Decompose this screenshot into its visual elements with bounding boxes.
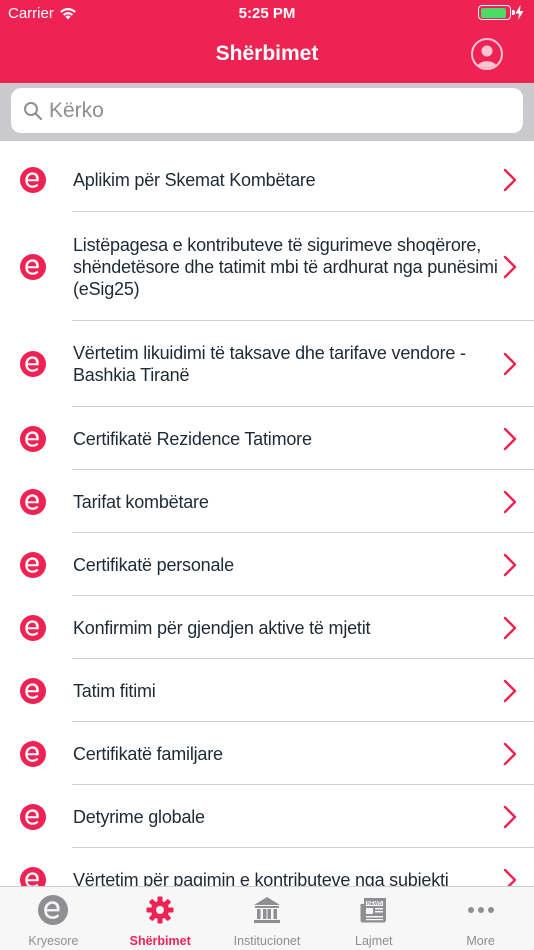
e-albania-logo-icon	[19, 551, 47, 579]
battery-icon	[478, 5, 515, 20]
service-item[interactable]: Certifikatë Rezidence Tatimore	[0, 407, 534, 470]
chevron-right-icon	[503, 352, 517, 376]
service-item[interactable]: Certifikatë familjare	[0, 722, 534, 785]
tab-kryesore[interactable]: Kryesore	[0, 887, 107, 950]
e-albania-logo-icon	[19, 166, 47, 194]
service-item[interactable]: Certifikatë personale	[0, 533, 534, 596]
chevron-right-icon	[503, 805, 517, 829]
tab-label: Institucionet	[233, 934, 301, 948]
header: Carrier 5:25 PM Shërbimet	[0, 0, 534, 83]
e-albania-logo-icon	[19, 677, 47, 705]
tab-label: Kryesore	[28, 934, 79, 948]
e-albania-logo-icon	[19, 350, 47, 378]
service-item-label: Tatim fitimi	[73, 680, 156, 701]
tab-bar: Kryesore Shërbimet Institucionet NEWS Lajmet…	[0, 886, 534, 950]
chevron-right-icon	[503, 553, 517, 577]
profile-button[interactable]	[471, 38, 503, 70]
chevron-right-icon	[503, 168, 517, 192]
e-albania-logo-icon	[19, 425, 47, 453]
service-item[interactable]: Tarifat kombëtare	[0, 470, 534, 533]
search-icon	[24, 101, 43, 120]
institution-icon	[251, 894, 283, 926]
chevron-right-icon	[503, 679, 517, 703]
page-title: Shërbimet	[215, 42, 319, 65]
service-item-label: Tarifat kombëtare	[73, 491, 209, 512]
tab-institucionet[interactable]: Institucionet	[214, 887, 321, 950]
service-item-label: Konfirmim për gjendjen aktive të mjetit	[73, 617, 371, 638]
service-item[interactable]: Vërtetim likuidimi të taksave dhe tarifa…	[0, 321, 534, 407]
e-albania-logo-icon	[19, 253, 47, 281]
service-item-label: Vërtetim likuidimi të taksave dhe tarifa…	[73, 343, 466, 385]
newspaper-icon: NEWS	[358, 894, 390, 926]
chevron-right-icon	[503, 427, 517, 451]
tab-lajmet[interactable]: NEWS Lajmet	[320, 887, 427, 950]
chevron-right-icon	[503, 742, 517, 766]
chevron-right-icon	[503, 255, 517, 279]
status-time: 5:25 PM	[238, 5, 296, 22]
chevron-right-icon	[503, 616, 517, 640]
service-item[interactable]: Konfirmim për gjendjen aktive të mjetit	[0, 596, 534, 659]
e-albania-logo-icon	[19, 488, 47, 516]
tab-more[interactable]: More	[427, 887, 534, 950]
service-item-label: Detyrime globale	[73, 806, 205, 827]
service-item[interactable]: Detyrime globale	[0, 785, 534, 848]
more-dots-icon	[465, 894, 497, 926]
search-input[interactable]	[49, 98, 489, 123]
tab-label: More	[466, 934, 495, 948]
chevron-right-icon	[503, 490, 517, 514]
tab-label: Lajmet	[355, 934, 393, 948]
search-bar	[0, 83, 534, 141]
service-item[interactable]: Aplikim për Skemat Kombëtare	[0, 148, 534, 212]
service-item-label: Certifikatë familjare	[73, 743, 223, 764]
service-item-label: Aplikim për Skemat Kombëtare	[73, 170, 316, 190]
e-albania-logo-icon	[19, 803, 47, 831]
service-item[interactable]: Listëpagesa e kontributeve të sigurimeve…	[0, 212, 534, 321]
e-albania-logo-icon	[19, 740, 47, 768]
service-item-label: Listëpagesa e kontributeve të sigurimeve…	[73, 234, 498, 299]
tab-label: Shërbimet	[129, 934, 191, 948]
e-albania-logo-icon	[19, 614, 47, 642]
services-list: Aplikim për Skemat Kombëtare Listëpagesa…	[0, 148, 534, 911]
user-avatar-icon	[477, 45, 497, 68]
service-item-label: Certifikatë personale	[73, 554, 234, 575]
gear-icon	[144, 894, 176, 926]
service-item-label: Certifikatë Rezidence Tatimore	[73, 428, 312, 449]
e-logo-icon	[37, 894, 69, 926]
service-item[interactable]: Tatim fitimi	[0, 659, 534, 722]
tab-sh-rbimet[interactable]: Shërbimet	[107, 887, 214, 950]
charging-bolt-icon	[515, 5, 524, 20]
search-box[interactable]	[11, 88, 523, 133]
svg-text:NEWS: NEWS	[367, 901, 383, 907]
status-bar: Carrier 5:25 PM	[0, 0, 534, 28]
